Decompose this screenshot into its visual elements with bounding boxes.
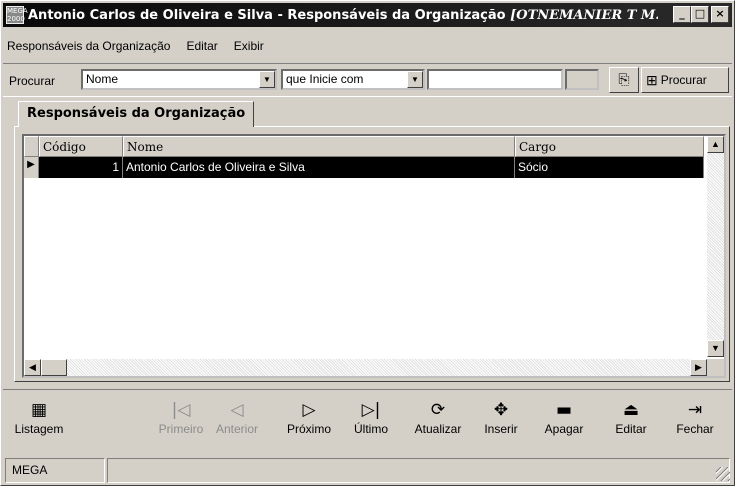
- proximo-button[interactable]: ▷ Próximo: [281, 398, 337, 436]
- delete-icon: ▬: [555, 400, 573, 420]
- status-bar: MEGA: [3, 458, 732, 483]
- navigation-toolbar: ▦ Listagem |◁ Primeiro ◁ Anterior ▷ Próx…: [3, 389, 732, 453]
- atualizar-label: Atualizar: [414, 422, 462, 436]
- window-title: Antonio Carlos de Oliveira e Silva - Res…: [28, 8, 658, 23]
- search-button-label: Procurar: [660, 73, 707, 87]
- editar-button[interactable]: ⏏ Editar: [607, 398, 655, 436]
- listagem-label: Listagem: [14, 422, 64, 436]
- editar-label: Editar: [615, 422, 647, 436]
- cell-nome[interactable]: Antonio Carlos de Oliveira e Silva: [123, 157, 515, 178]
- window-title-main: Antonio Carlos de Oliveira e Silva - Res…: [28, 7, 511, 23]
- fechar-button[interactable]: ⇥ Fechar: [667, 398, 723, 436]
- search-extra-box: [565, 69, 599, 90]
- app-logo-icon: MEGA 2000: [6, 6, 28, 24]
- column-header-cargo[interactable]: Cargo: [515, 136, 704, 157]
- column-header-codigo[interactable]: Código: [39, 136, 123, 157]
- previous-icon: ◁: [230, 400, 244, 420]
- menu-editar[interactable]: Editar: [184, 39, 219, 57]
- main-window: MEGA 2000 Antonio Carlos de Oliveira e S…: [0, 0, 735, 486]
- search-toolbar: Procurar Nome ▼ que Inicie com ▼ ⎘ ⊞ Pro…: [3, 63, 732, 97]
- atualizar-button[interactable]: ⟳ Atualizar: [407, 398, 469, 436]
- first-record-icon: |◁: [171, 400, 191, 420]
- window-title-italic: [OTNEMANIER T M...: [510, 7, 658, 23]
- cell-codigo[interactable]: 1: [39, 157, 123, 178]
- scroll-down-icon[interactable]: ▼: [707, 340, 724, 357]
- report-icon: ▦: [30, 400, 48, 420]
- anterior-button[interactable]: ◁ Anterior: [209, 398, 265, 436]
- search-button[interactable]: ⊞ Procurar: [641, 67, 729, 93]
- export-icon: ⎘: [618, 71, 630, 87]
- search-condition-value: que Inicie com: [286, 72, 364, 86]
- ultimo-label: Último: [353, 422, 388, 436]
- scroll-up-icon[interactable]: ▲: [707, 136, 724, 153]
- resize-grip-icon[interactable]: [716, 467, 730, 481]
- horizontal-scrollbar[interactable]: ◀ ▶: [24, 359, 707, 376]
- minimize-button[interactable]: _: [673, 6, 691, 23]
- scroll-corner: [707, 359, 724, 376]
- search-text-input[interactable]: [427, 69, 563, 90]
- anterior-label: Anterior: [215, 422, 259, 436]
- row-pointer-icon: ▶: [24, 157, 39, 178]
- refresh-icon: ⟳: [430, 400, 446, 420]
- vertical-scrollbar[interactable]: ▲ ▼: [707, 136, 724, 357]
- grid-header: Código Nome Cargo: [24, 136, 704, 157]
- edit-icon: ⏏: [622, 400, 640, 420]
- inserir-label: Inserir: [484, 422, 518, 436]
- scroll-right-icon[interactable]: ▶: [690, 359, 707, 376]
- primeiro-label: Primeiro: [158, 422, 204, 436]
- data-grid[interactable]: Código Nome Cargo ▶ 1 Antonio Carlos de …: [22, 134, 726, 378]
- primeiro-button[interactable]: |◁ Primeiro: [153, 398, 209, 436]
- cell-cargo[interactable]: Sócio: [515, 157, 704, 178]
- apagar-button[interactable]: ▬ Apagar: [535, 398, 593, 436]
- search-field-select[interactable]: Nome ▼: [81, 69, 277, 90]
- chevron-down-icon[interactable]: ▼: [259, 71, 275, 88]
- next-icon: ▷: [302, 400, 316, 420]
- scroll-left-icon[interactable]: ◀: [24, 359, 41, 376]
- window-controls: _ □ ×: [673, 6, 729, 23]
- chevron-down-icon[interactable]: ▼: [407, 71, 423, 88]
- menu-exibir[interactable]: Exibir: [232, 39, 266, 57]
- listagem-button[interactable]: ▦ Listagem: [11, 398, 67, 436]
- inserir-button[interactable]: ✥ Inserir: [475, 398, 527, 436]
- title-bar[interactable]: MEGA 2000 Antonio Carlos de Oliveira e S…: [3, 3, 732, 27]
- status-panel-info: [107, 458, 730, 483]
- ultimo-button[interactable]: ▷| Último: [343, 398, 399, 436]
- indicator-header: [24, 136, 39, 157]
- proximo-label: Próximo: [286, 422, 331, 436]
- menu-responsaveis[interactable]: Responsáveis da Organização: [5, 39, 172, 57]
- maximize-button[interactable]: □: [691, 6, 709, 23]
- status-panel-app: MEGA: [5, 458, 105, 483]
- last-record-icon: ▷|: [361, 400, 381, 420]
- export-button[interactable]: ⎘: [609, 67, 639, 93]
- binoculars-icon: ⊞: [646, 72, 658, 88]
- tab-responsaveis[interactable]: Responsáveis da Organização: [18, 101, 255, 127]
- fechar-label: Fechar: [676, 422, 714, 436]
- search-field-value: Nome: [86, 72, 119, 86]
- menu-bar: Responsáveis da Organização Editar Exibi…: [5, 39, 266, 57]
- table-row[interactable]: ▶ 1 Antonio Carlos de Oliveira e Silva S…: [24, 157, 704, 178]
- search-label: Procurar: [9, 74, 56, 88]
- search-condition-select[interactable]: que Inicie com ▼: [281, 69, 425, 90]
- horizontal-scroll-thumb[interactable]: [41, 359, 67, 376]
- exit-door-icon: ⇥: [687, 400, 703, 420]
- column-header-nome[interactable]: Nome: [123, 136, 515, 157]
- close-button[interactable]: ×: [711, 6, 729, 23]
- insert-icon: ✥: [493, 400, 509, 420]
- apagar-label: Apagar: [544, 422, 584, 436]
